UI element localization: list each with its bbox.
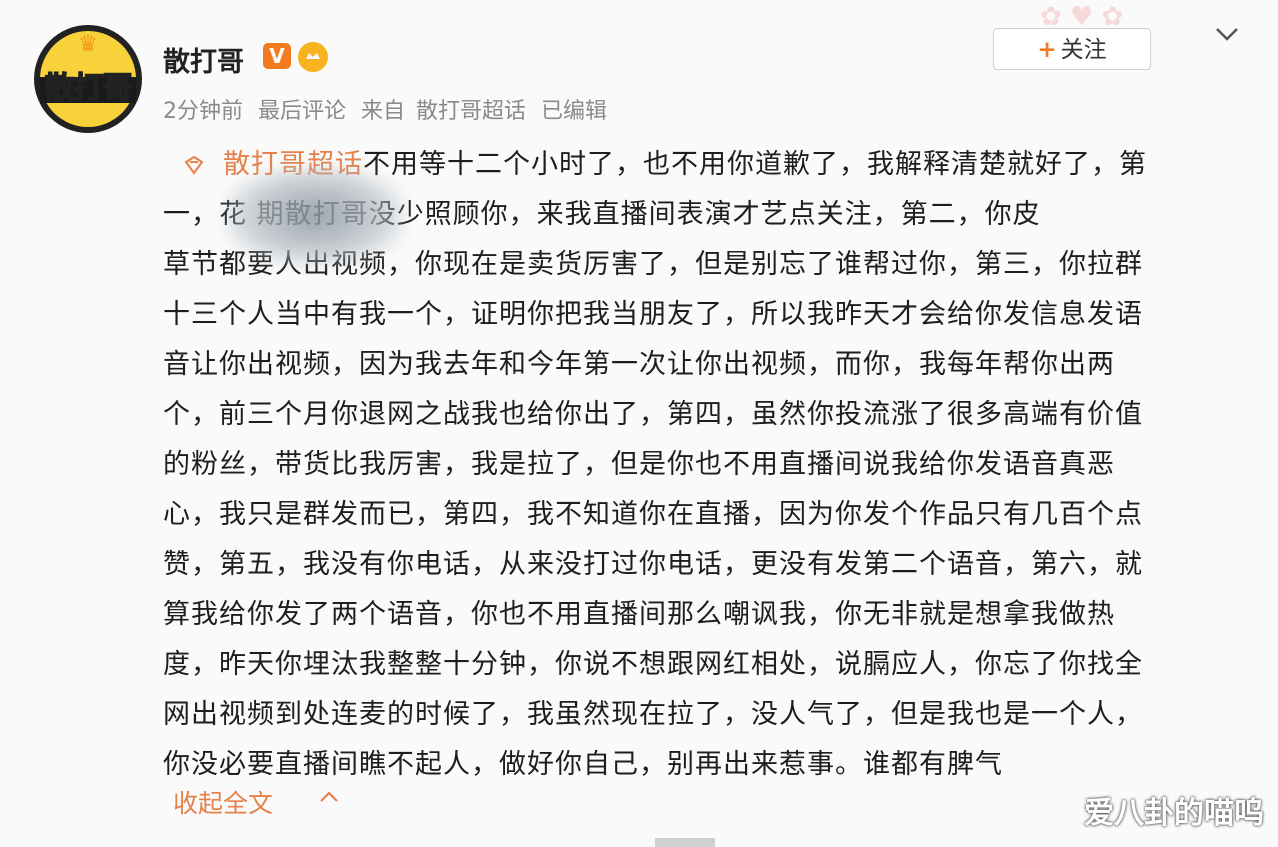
verified-badge-icon: V: [263, 43, 291, 69]
post-line-7: 心，我只是群发而已，第四，我不知道你在直播，因为你发个作品只有几百个点: [163, 499, 1143, 530]
chevron-up-icon[interactable]: [318, 786, 340, 810]
last-comment-label: 最后评论: [258, 99, 347, 124]
post-line-0: 散打哥超话不用等十二个小时了，也不用你道歉了，我解释清楚就好了，第: [0, 140, 1228, 190]
post-text: 散打哥超话不用等十二个小时了，也不用你道歉了，我解释清楚就好了，第 一，花 期散…: [163, 140, 1228, 790]
watermark: 爱八卦的喵呜: [1084, 796, 1264, 831]
avatar[interactable]: ♛ 散打哥: [34, 25, 142, 133]
supertopic-link[interactable]: 散打哥超话: [223, 149, 363, 180]
post-meta: 2分钟前 最后评论 来自 散打哥超话 已编辑: [163, 93, 615, 125]
next-post-thumbnail: [655, 838, 715, 847]
post-line-1: 一，花 期散打哥没少照顾你，来我直播间表演才艺点关注，第二，你皮: [163, 199, 1041, 230]
post-line-10: 度，昨天你埋汰我整整十分钟，你说不想跟网红相处，说膈应人，你忘了你找全: [163, 649, 1143, 680]
post-line-4: 音让你出视频，因为我去年和今年第一次让你出视频，而你，我每年帮你出两: [163, 349, 1115, 380]
follow-button[interactable]: + 关注: [993, 28, 1151, 70]
source-link[interactable]: 散打哥超话: [416, 99, 526, 124]
collapse-full-text-link[interactable]: 收起全文: [173, 784, 273, 820]
post-line-5: 个，前三个月你退网之战我也给你出了，第四，虽然你投流涨了很多高端有价值: [163, 399, 1143, 430]
edited-label: 已编辑: [541, 99, 608, 124]
post-line-text: 不用等十二个小时了，也不用你道歉了，我解释清楚就好了，第: [363, 149, 1147, 180]
avatar-logo-text: 散打哥: [44, 70, 134, 107]
plus-icon: +: [1037, 37, 1057, 63]
weibo-post-card: ✿ ♥ ✿ ♛ 散打哥 散打哥 V 2分钟前 最后评论 来自 散打哥超话 已编辑…: [0, 0, 1278, 847]
crown-icon: ♛: [78, 32, 98, 57]
fan-badge-icon: [298, 42, 328, 72]
post-time[interactable]: 2分钟前: [163, 99, 243, 124]
post-line-3: 十三个人当中有我一个，证明你把我当朋友了，所以我昨天才会给你发信息发语: [163, 299, 1143, 330]
chevron-down-icon[interactable]: [1212, 24, 1242, 48]
post-line-12: 你没必要直播间瞧不起人，做好你自己，别再出来惹事。谁都有脾气: [163, 749, 1003, 780]
post-line-9: 算我给你发了两个语音，你也不用直播间那么嘲讽我，你无非就是想拿我做热: [163, 599, 1115, 630]
username[interactable]: 散打哥: [163, 40, 244, 79]
source-prefix: 来自: [361, 99, 406, 124]
follow-button-label: 关注: [1060, 37, 1107, 63]
post-line-6: 的粉丝，带货比我厉害，我是拉了，但是你也不用直播间说我给你发语音真恶: [163, 449, 1115, 480]
post-line-8: 赞，第五，我没有你电话，从来没打过你电话，更没有发第二个语音，第六，就: [163, 549, 1143, 580]
post-line-2: 草节都要人出视频，你现在是卖货厉害了，但是别忘了谁帮过你，第三，你拉群: [163, 249, 1143, 280]
supertopic-icon: [183, 154, 205, 176]
post-line-11: 网出视频到处连麦的时候了，我虽然现在拉了，没人气了，但是我也是一个人，: [163, 699, 1143, 730]
